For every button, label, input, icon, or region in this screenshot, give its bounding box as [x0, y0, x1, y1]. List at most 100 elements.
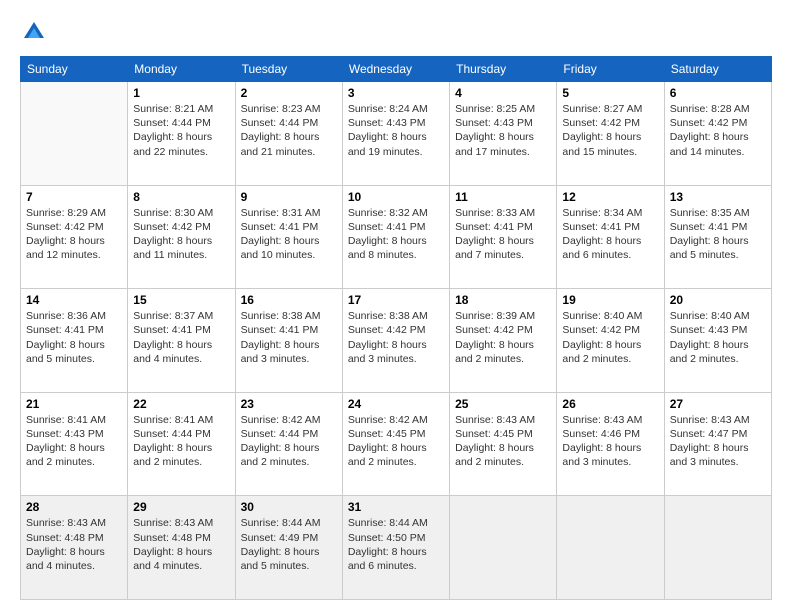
day-cell: 24 Sunrise: 8:42 AMSunset: 4:45 PMDayligh… [342, 392, 449, 496]
day-number: 21 [26, 397, 122, 411]
day-info: Sunrise: 8:43 AMSunset: 4:45 PMDaylight:… [455, 413, 551, 470]
day-number: 9 [241, 190, 337, 204]
weekday-header-friday: Friday [557, 57, 664, 82]
day-number: 7 [26, 190, 122, 204]
day-info: Sunrise: 8:35 AMSunset: 4:41 PMDaylight:… [670, 206, 766, 263]
weekday-header-sunday: Sunday [21, 57, 128, 82]
day-info: Sunrise: 8:38 AMSunset: 4:41 PMDaylight:… [241, 309, 337, 366]
day-cell: 8Sunrise: 8:30 AMSunset: 4:42 PMDaylight… [128, 185, 235, 289]
day-info: Sunrise: 8:43 AMSunset: 4:46 PMDaylight:… [562, 413, 658, 470]
day-cell: 9 Sunrise: 8:31 AMSunset: 4:41 PMDaylight… [235, 185, 342, 289]
week-row-2: 7 Sunrise: 8:29 AMSunset: 4:42 PMDaylight… [21, 185, 772, 289]
day-info: Sunrise: 8:42 AMSunset: 4:45 PMDaylight:… [348, 413, 444, 470]
day-info: Sunrise: 8:44 AMSunset: 4:50 PMDaylight:… [348, 516, 444, 573]
day-info: Sunrise: 8:41 AMSunset: 4:44 PMDaylight:… [133, 413, 229, 470]
day-number: 16 [241, 293, 337, 307]
weekday-header-monday: Monday [128, 57, 235, 82]
day-cell: 15Sunrise: 8:37 AMSunset: 4:41 PMDayligh… [128, 289, 235, 393]
day-number: 22 [133, 397, 229, 411]
day-info: Sunrise: 8:27 AMSunset: 4:42 PMDaylight:… [562, 102, 658, 159]
day-number: 3 [348, 86, 444, 100]
day-number: 28 [26, 500, 122, 514]
day-cell: 27 Sunrise: 8:43 AMSunset: 4:47 PMDayligh… [664, 392, 771, 496]
day-info: Sunrise: 8:38 AMSunset: 4:42 PMDaylight:… [348, 309, 444, 366]
day-cell [21, 82, 128, 186]
day-cell: 19 Sunrise: 8:40 AMSunset: 4:42 PMDayligh… [557, 289, 664, 393]
day-number: 18 [455, 293, 551, 307]
day-info: Sunrise: 8:33 AMSunset: 4:41 PMDaylight:… [455, 206, 551, 263]
day-info: Sunrise: 8:36 AMSunset: 4:41 PMDaylight:… [26, 309, 122, 366]
day-cell: 12 Sunrise: 8:34 AMSunset: 4:41 PMDayligh… [557, 185, 664, 289]
day-cell: 10 Sunrise: 8:32 AMSunset: 4:41 PMDayligh… [342, 185, 449, 289]
logo [20, 18, 52, 46]
day-number: 30 [241, 500, 337, 514]
calendar-table: SundayMondayTuesdayWednesdayThursdayFrid… [20, 56, 772, 600]
day-info: Sunrise: 8:28 AMSunset: 4:42 PMDaylight:… [670, 102, 766, 159]
day-cell: 26 Sunrise: 8:43 AMSunset: 4:46 PMDayligh… [557, 392, 664, 496]
day-cell [450, 496, 557, 600]
day-info: Sunrise: 8:34 AMSunset: 4:41 PMDaylight:… [562, 206, 658, 263]
day-number: 10 [348, 190, 444, 204]
day-number: 12 [562, 190, 658, 204]
day-info: Sunrise: 8:44 AMSunset: 4:49 PMDaylight:… [241, 516, 337, 573]
weekday-header-thursday: Thursday [450, 57, 557, 82]
day-number: 31 [348, 500, 444, 514]
week-row-3: 14 Sunrise: 8:36 AMSunset: 4:41 PMDayligh… [21, 289, 772, 393]
day-info: Sunrise: 8:23 AMSunset: 4:44 PMDaylight:… [241, 102, 337, 159]
day-cell: 22 Sunrise: 8:41 AMSunset: 4:44 PMDayligh… [128, 392, 235, 496]
day-cell: 29Sunrise: 8:43 AMSunset: 4:48 PMDayligh… [128, 496, 235, 600]
day-cell: 30 Sunrise: 8:44 AMSunset: 4:49 PMDayligh… [235, 496, 342, 600]
day-info: Sunrise: 8:32 AMSunset: 4:41 PMDaylight:… [348, 206, 444, 263]
weekday-header-wednesday: Wednesday [342, 57, 449, 82]
weekday-header-tuesday: Tuesday [235, 57, 342, 82]
day-cell: 21 Sunrise: 8:41 AMSunset: 4:43 PMDayligh… [21, 392, 128, 496]
day-number: 11 [455, 190, 551, 204]
day-number: 23 [241, 397, 337, 411]
day-cell: 7 Sunrise: 8:29 AMSunset: 4:42 PMDaylight… [21, 185, 128, 289]
week-row-1: 1 Sunrise: 8:21 AMSunset: 4:44 PMDaylight… [21, 82, 772, 186]
day-cell: 5 Sunrise: 8:27 AMSunset: 4:42 PMDaylight… [557, 82, 664, 186]
day-number: 4 [455, 86, 551, 100]
day-info: Sunrise: 8:31 AMSunset: 4:41 PMDaylight:… [241, 206, 337, 263]
day-number: 5 [562, 86, 658, 100]
day-cell: 17 Sunrise: 8:38 AMSunset: 4:42 PMDayligh… [342, 289, 449, 393]
day-cell: 11 Sunrise: 8:33 AMSunset: 4:41 PMDayligh… [450, 185, 557, 289]
day-number: 17 [348, 293, 444, 307]
week-row-4: 21 Sunrise: 8:41 AMSunset: 4:43 PMDayligh… [21, 392, 772, 496]
day-info: Sunrise: 8:43 AMSunset: 4:47 PMDaylight:… [670, 413, 766, 470]
day-cell: 31 Sunrise: 8:44 AMSunset: 4:50 PMDayligh… [342, 496, 449, 600]
day-info: Sunrise: 8:43 AMSunset: 4:48 PMDaylight:… [133, 516, 229, 573]
day-cell: 16 Sunrise: 8:38 AMSunset: 4:41 PMDayligh… [235, 289, 342, 393]
weekday-header-row: SundayMondayTuesdayWednesdayThursdayFrid… [21, 57, 772, 82]
logo-icon [20, 18, 48, 46]
day-number: 1 [133, 86, 229, 100]
day-cell: 13Sunrise: 8:35 AMSunset: 4:41 PMDayligh… [664, 185, 771, 289]
day-cell: 6 Sunrise: 8:28 AMSunset: 4:42 PMDaylight… [664, 82, 771, 186]
day-cell [557, 496, 664, 600]
day-info: Sunrise: 8:42 AMSunset: 4:44 PMDaylight:… [241, 413, 337, 470]
day-number: 6 [670, 86, 766, 100]
day-info: Sunrise: 8:40 AMSunset: 4:43 PMDaylight:… [670, 309, 766, 366]
day-cell: 28Sunrise: 8:43 AMSunset: 4:48 PMDayligh… [21, 496, 128, 600]
header [20, 18, 772, 46]
day-info: Sunrise: 8:41 AMSunset: 4:43 PMDaylight:… [26, 413, 122, 470]
day-info: Sunrise: 8:40 AMSunset: 4:42 PMDaylight:… [562, 309, 658, 366]
day-cell: 4Sunrise: 8:25 AMSunset: 4:43 PMDaylight… [450, 82, 557, 186]
day-number: 15 [133, 293, 229, 307]
day-cell [664, 496, 771, 600]
day-number: 8 [133, 190, 229, 204]
day-number: 24 [348, 397, 444, 411]
day-number: 19 [562, 293, 658, 307]
day-info: Sunrise: 8:29 AMSunset: 4:42 PMDaylight:… [26, 206, 122, 263]
day-number: 26 [562, 397, 658, 411]
day-number: 20 [670, 293, 766, 307]
day-number: 25 [455, 397, 551, 411]
day-info: Sunrise: 8:39 AMSunset: 4:42 PMDaylight:… [455, 309, 551, 366]
page: SundayMondayTuesdayWednesdayThursdayFrid… [0, 0, 792, 612]
day-cell: 2Sunrise: 8:23 AMSunset: 4:44 PMDaylight… [235, 82, 342, 186]
day-number: 27 [670, 397, 766, 411]
day-cell: 3Sunrise: 8:24 AMSunset: 4:43 PMDaylight… [342, 82, 449, 186]
week-row-5: 28 Sunrise: 8:43 AMSunset: 4:48 PMDayligh… [21, 496, 772, 600]
day-info: Sunrise: 8:21 AMSunset: 4:44 PMDaylight:… [133, 102, 229, 159]
day-number: 14 [26, 293, 122, 307]
